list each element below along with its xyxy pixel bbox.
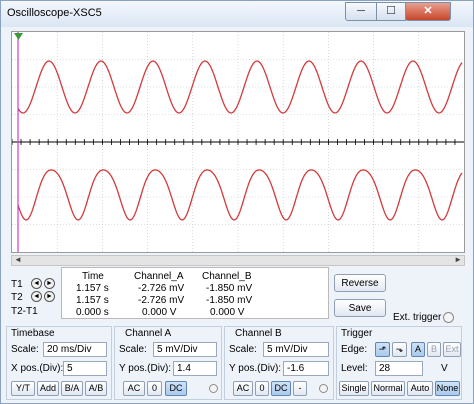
channel-b-ypos-field[interactable]: -1.6 — [283, 361, 329, 376]
t1-label: T1 — [11, 279, 23, 290]
ext-trigger-label: Ext. trigger — [393, 312, 442, 323]
minimize-button[interactable]: ─ — [345, 2, 377, 21]
channel-b-header: Channel_B — [202, 271, 252, 282]
channel-a-ypos-label: Y pos.(Div): — [119, 363, 172, 374]
horizontal-scrollbar[interactable]: ◄ ► — [11, 255, 465, 266]
trigger-normal-button[interactable]: Normal — [371, 381, 405, 396]
channel-b-dc-button[interactable]: DC — [271, 381, 291, 396]
t1-channel-b: -1.850 mV — [206, 283, 253, 294]
diff-channel-b: 0.000 V — [210, 307, 245, 318]
mode-ba-button[interactable]: B/A — [61, 381, 83, 396]
edge-rising-icon[interactable]: ⬏ — [375, 342, 390, 357]
channel-a-title: Channel A — [125, 328, 172, 339]
trigger-single-button[interactable]: Single — [339, 381, 369, 396]
timebase-title: Timebase — [11, 328, 55, 339]
t1-right-arrow-icon[interactable]: ► — [44, 278, 55, 289]
t2-left-arrow-icon[interactable]: ◄ — [31, 291, 42, 302]
channel-a-panel: Channel A Scale: 5 mV/Div Y pos.(Div): 1… — [114, 326, 222, 400]
scope-screen[interactable] — [11, 31, 465, 253]
channel-a-zero-button[interactable]: 0 — [147, 381, 162, 396]
channel-b-connector[interactable] — [319, 384, 328, 393]
timebase-xpos-field[interactable]: 5 — [63, 361, 107, 376]
channel-b-panel: Channel B Scale: 5 mV/Div Y pos.(Div): -… — [224, 326, 334, 400]
t2-t1-label: T2-T1 — [11, 306, 38, 317]
t1-time: 1.157 s — [76, 283, 109, 294]
channel-b-scale-label: Scale: — [229, 344, 257, 355]
cursor-t1-marker[interactable] — [14, 33, 23, 40]
time-header: Time — [82, 271, 104, 282]
channel-b-invert-button[interactable]: - — [293, 381, 307, 396]
t2-label: T2 — [11, 292, 23, 303]
t2-right-arrow-icon[interactable]: ► — [44, 291, 55, 302]
channel-a-connector[interactable] — [209, 384, 218, 393]
channel-b-title: Channel B — [235, 328, 282, 339]
diff-channel-a: 0.000 V — [142, 307, 177, 318]
scope-display — [12, 32, 464, 252]
t2-channel-b: -1.850 mV — [206, 295, 253, 306]
trigger-none-button[interactable]: None — [435, 381, 460, 396]
trigger-source-a-button[interactable]: A — [411, 342, 425, 357]
trigger-level-field[interactable]: 28 — [375, 361, 423, 376]
trigger-source-b-button[interactable]: B — [427, 342, 441, 357]
channel-a-ypos-field[interactable]: 1.4 — [173, 361, 217, 376]
channel-a-scale-label: Scale: — [119, 344, 147, 355]
timebase-panel: Timebase Scale: 20 ms/Div X pos.(Div): 5… — [6, 326, 112, 400]
trigger-title: Trigger — [341, 328, 373, 339]
mode-ab-button[interactable]: A/B — [85, 381, 107, 396]
close-button[interactable]: ✕ — [405, 2, 451, 21]
channel-b-ypos-label: Y pos.(Div): — [229, 363, 282, 374]
channel-a-ac-button[interactable]: AC — [123, 381, 145, 396]
channel-b-ac-button[interactable]: AC — [233, 381, 253, 396]
oscilloscope-window: Oscilloscope-XSC5 ─ ☐ ✕ ◄ ► T1 ◄ ► T2 ◄ … — [0, 0, 474, 404]
mode-yt-button[interactable]: Y/T — [11, 381, 35, 396]
t2-time: 1.157 s — [76, 295, 109, 306]
channel-a-scale-field[interactable]: 5 mV/Div — [153, 342, 217, 357]
trigger-level-label: Level: — [341, 363, 368, 374]
save-button[interactable]: Save — [334, 299, 386, 317]
diff-time: 0.000 s — [76, 307, 109, 318]
ext-trigger-connector[interactable] — [443, 312, 454, 323]
scroll-right-icon[interactable]: ► — [454, 255, 462, 264]
trigger-edge-label: Edge: — [341, 344, 368, 355]
cursor-readout: Time Channel_A Channel_B 1.157 s -2.726 … — [61, 267, 329, 319]
title-bar[interactable]: Oscilloscope-XSC5 ─ ☐ ✕ — [1, 1, 473, 27]
edge-falling-icon[interactable]: ⬎ — [392, 342, 407, 357]
channel-b-scale-field[interactable]: 5 mV/Div — [263, 342, 329, 357]
channel-b-trace — [17, 169, 463, 221]
reverse-button[interactable]: Reverse — [334, 274, 386, 292]
t1-left-arrow-icon[interactable]: ◄ — [31, 278, 42, 289]
t2-channel-a: -2.726 mV — [138, 295, 185, 306]
channel-a-header: Channel_A — [134, 271, 184, 282]
window-title: Oscilloscope-XSC5 — [7, 7, 102, 19]
timebase-scale-label: Scale: — [11, 344, 39, 355]
trigger-level-unit: V — [441, 363, 448, 374]
timebase-xpos-label: X pos.(Div): — [11, 363, 64, 374]
t1-channel-a: -2.726 mV — [138, 283, 185, 294]
mode-add-button[interactable]: Add — [37, 381, 59, 396]
cursor-controls: T1 ◄ ► T2 ◄ ► T2-T1 — [11, 271, 59, 321]
channel-a-dc-button[interactable]: DC — [165, 381, 187, 396]
timebase-scale-field[interactable]: 20 ms/Div — [43, 342, 107, 357]
scroll-left-icon[interactable]: ◄ — [14, 255, 22, 264]
channel-b-zero-button[interactable]: 0 — [255, 381, 269, 396]
trigger-source-ext-button[interactable]: Ext — [443, 342, 461, 357]
trigger-panel: Trigger Edge: ⬏ ⬎ A B Ext Level: 28 V Si… — [336, 326, 462, 400]
trigger-auto-button[interactable]: Auto — [407, 381, 433, 396]
maximize-button[interactable]: ☐ — [376, 2, 406, 21]
